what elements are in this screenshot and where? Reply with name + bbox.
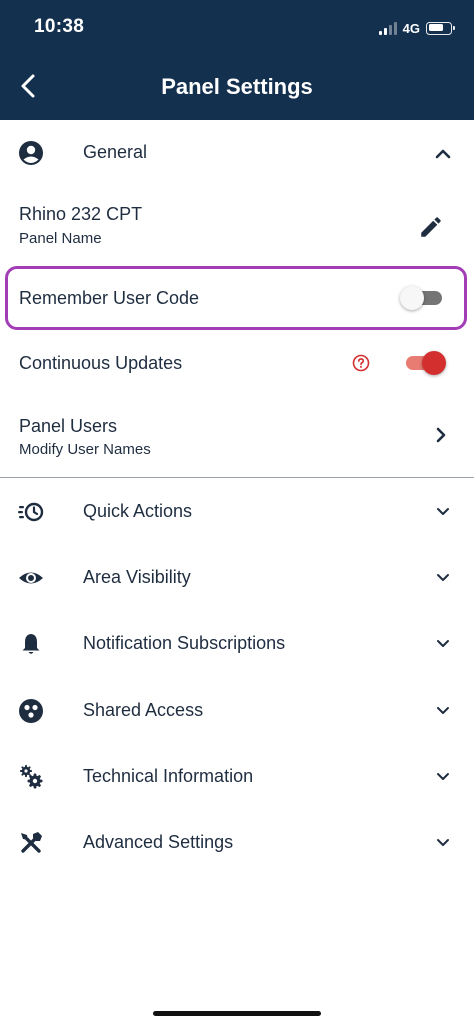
section-advanced-settings[interactable]: Advanced Settings [0,810,474,874]
toggle-knob [400,286,424,310]
section-notification-subscriptions[interactable]: Notification Subscriptions [0,611,474,675]
continuous-updates-label: Continuous Updates [19,353,183,373]
help-button[interactable] [352,354,370,372]
status-bar: 10:38 4G [0,0,474,56]
section-label: Notification Subscriptions [83,633,286,653]
pencil-icon [421,217,441,237]
status-indicators: 4G [378,18,455,38]
chevron-down-icon [434,635,452,653]
continuous-updates-toggle[interactable] [402,351,446,375]
section-general[interactable]: General [0,120,474,184]
edit-panel-name-button[interactable] [418,214,444,240]
chevron-down-icon [434,569,452,587]
section-label: Shared Access [83,700,204,720]
chevron-down-icon [434,834,452,852]
bell-icon [18,631,44,657]
chevron-down-icon [434,768,452,786]
chevron-up-icon [434,144,452,162]
panel-users-label: Panel Users [19,416,118,436]
section-shared-access[interactable]: Shared Access [0,678,474,742]
remember-user-code-toggle[interactable] [400,286,442,310]
quick-actions-icon [18,499,44,525]
section-label: Technical Information [83,766,254,786]
chevron-down-icon [434,503,452,521]
network-type: 4G [402,20,420,36]
battery-icon [426,21,455,35]
chevron-down-icon [434,702,452,720]
panel-name-caption: Panel Name [19,230,102,247]
shared-access-icon [18,698,44,724]
section-label: Advanced Settings [83,832,234,852]
app-header: 10:38 4G Panel Settings [0,0,474,120]
toggle-knob [422,351,446,375]
gears-icon [18,764,44,790]
section-label: Area Visibility [83,567,191,587]
section-area-visibility[interactable]: Area Visibility [0,545,474,609]
section-divider [0,477,474,478]
section-quick-actions[interactable]: Quick Actions [0,479,474,543]
help-circle-icon [352,354,370,372]
continuous-updates-row: Continuous Updates [0,332,474,394]
panel-name-row: Rhino 232 CPT Panel Name [0,184,474,264]
section-label: Quick Actions [83,501,193,521]
page-title: Panel Settings [161,74,313,99]
remember-user-code-row: Remember User Code [0,266,474,330]
chevron-right-icon [434,426,448,444]
panel-users-caption: Modify User Names [19,441,151,458]
nav-bar: Panel Settings [0,56,474,120]
section-label: General [83,142,148,162]
section-technical-information[interactable]: Technical Information [0,744,474,808]
tools-icon [18,830,44,856]
home-indicator[interactable] [153,1011,321,1016]
eye-icon [18,565,44,591]
cellular-signal-icon [378,21,397,35]
panel-name-value: Rhino 232 CPT [19,204,143,224]
account-circle-icon [18,140,44,166]
status-time: 10:38 [34,16,85,37]
remember-user-code-label: Remember User Code [19,288,200,308]
panel-users-row[interactable]: Panel Users Modify User Names [0,394,474,474]
battery-fill [428,24,443,31]
